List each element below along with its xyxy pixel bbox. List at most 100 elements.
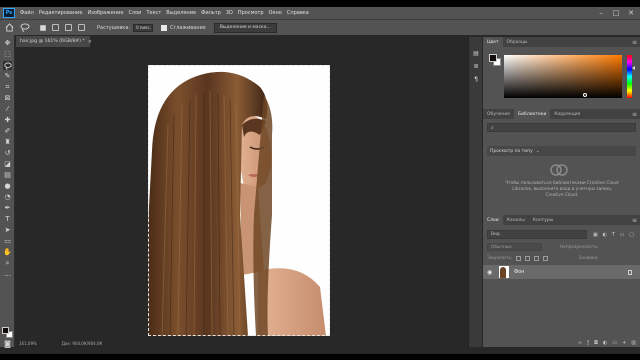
menu-type[interactable]: Текст — [146, 10, 161, 16]
tab-libraries[interactable]: Библиотеки — [514, 109, 551, 119]
antialias-checkbox[interactable] — [161, 24, 168, 31]
panel-foreground-swatch[interactable] — [489, 54, 497, 62]
filter-pixel-icon[interactable]: ▣ — [593, 232, 598, 238]
filter-type-icon[interactable]: T — [612, 232, 615, 238]
menu-layers[interactable]: Слои — [128, 10, 141, 16]
library-view-by-type[interactable]: Просмотр по типу ⌄ — [487, 146, 636, 156]
dodge-tool-icon[interactable]: ◔ — [3, 193, 12, 202]
lasso-tool-preset-icon[interactable] — [20, 23, 30, 33]
tools-panel: ✥ ⬚ ✎ ⌗ ⊠ ⁄ ✚ ✐ ♜ ↺ ◪ ▤ ● ◔ ✒ T ➤ ▭ ✋ ⌕ … — [0, 35, 15, 349]
layer-filter-select[interactable]: Вид — [487, 230, 587, 239]
tab-swatches[interactable]: Образцы — [503, 37, 532, 47]
filter-smart-object-icon[interactable]: ▢ — [629, 232, 634, 238]
filter-adjustment-icon[interactable]: ◐ — [603, 232, 607, 238]
lock-all-icon[interactable] — [543, 255, 549, 261]
lock-icon[interactable] — [628, 269, 632, 275]
move-tool-icon[interactable]: ✥ — [3, 39, 12, 48]
menu-help[interactable]: Справка — [287, 10, 309, 16]
crop-tool-icon[interactable]: ⌗ — [3, 83, 12, 92]
menu-filter[interactable]: Фильтр — [201, 10, 221, 16]
layers-bottom-bar: ∞ ƒ ◘ ◐ ▭ + ▥ — [483, 339, 640, 347]
tab-learn[interactable]: Обучение — [483, 109, 514, 119]
canvas-area[interactable] — [16, 47, 468, 340]
document-size: Док: 904,0К/904,0К — [61, 341, 103, 346]
menu-edit[interactable]: Редактирование — [39, 10, 83, 16]
menu-file[interactable]: Файл — [20, 10, 34, 16]
lasso-tool-icon[interactable] — [3, 61, 12, 70]
foreground-color-swatch[interactable] — [2, 327, 9, 334]
hand-tool-icon[interactable]: ✋ — [3, 248, 12, 257]
lock-pixels-icon[interactable] — [525, 255, 531, 261]
eraser-icon[interactable]: ◪ — [3, 160, 12, 169]
intersect-selection-icon[interactable] — [78, 24, 85, 31]
zoom-tool-icon[interactable]: ⌕ — [3, 259, 12, 268]
history-panel-icon[interactable]: ▤ — [472, 49, 480, 57]
menu-3d[interactable]: 3D — [226, 10, 233, 16]
menu-select[interactable]: Выделение — [166, 10, 196, 16]
properties-panel-icon[interactable]: ≣ — [472, 62, 480, 70]
close-window-button[interactable]: ✕ — [624, 7, 638, 19]
adjustment-layer-icon[interactable]: ◐ — [603, 340, 607, 346]
subtract-from-selection-icon[interactable] — [65, 24, 72, 31]
rectangle-tool-icon[interactable]: ▭ — [3, 237, 12, 246]
blur-tool-icon[interactable]: ● — [3, 182, 12, 191]
history-brush-icon[interactable]: ↺ — [3, 149, 12, 158]
menu-view[interactable]: Просмотр — [238, 10, 264, 16]
paragraph-panel-icon[interactable]: ¶ — [472, 75, 480, 83]
library-search-input[interactable]: ⌕ — [487, 123, 636, 132]
color-picker-cursor[interactable] — [583, 93, 587, 97]
eye-icon[interactable]: ◉ — [487, 269, 495, 276]
quick-mask-icon[interactable]: ◙ — [3, 340, 12, 349]
document-image[interactable] — [148, 65, 330, 336]
zoom-level[interactable]: 161,09% — [19, 341, 37, 346]
add-mask-icon[interactable]: ◘ — [594, 340, 598, 346]
hue-slider[interactable] — [627, 55, 632, 98]
new-layer-icon[interactable]: + — [622, 340, 626, 346]
new-group-icon[interactable]: ▭ — [612, 340, 617, 346]
more-tools-icon[interactable]: … — [3, 270, 12, 279]
library-panel-menu-icon[interactable]: ≡ — [632, 109, 637, 119]
lock-transparent-icon[interactable] — [516, 255, 522, 261]
feather-input[interactable]: 0 пикс. — [133, 23, 154, 32]
hue-slider-handle[interactable] — [632, 66, 635, 70]
minimize-button[interactable]: – — [594, 7, 608, 19]
tab-paths[interactable]: Контуры — [529, 215, 558, 225]
color-picker-field[interactable] — [504, 55, 622, 98]
layers-panel-menu-icon[interactable]: ≡ — [632, 215, 637, 225]
tab-channels[interactable]: Каналы — [503, 215, 529, 225]
type-tool-icon[interactable]: T — [3, 215, 12, 224]
close-document-icon[interactable]: × — [88, 39, 92, 45]
document-tab[interactable]: hair.jpg @ 161% (RGB/8#) * × — [16, 36, 92, 47]
clone-stamp-icon[interactable]: ♜ — [3, 138, 12, 147]
pen-tool-icon[interactable]: ✒ — [3, 204, 12, 213]
select-and-mask-button[interactable]: Выделение и маска... — [213, 22, 277, 33]
path-selection-icon[interactable]: ➤ — [3, 226, 12, 235]
lock-position-icon[interactable] — [534, 255, 540, 261]
tab-adjustments[interactable]: Коррекция — [550, 109, 584, 119]
filter-shape-icon[interactable]: ▭ — [620, 232, 625, 238]
layer-style-icon[interactable]: ƒ — [587, 340, 589, 346]
brush-tool-icon[interactable]: ✐ — [3, 127, 12, 136]
link-layers-icon[interactable]: ∞ — [578, 340, 582, 346]
tab-layers[interactable]: Слои — [483, 215, 503, 225]
tab-color[interactable]: Цвет — [483, 37, 503, 47]
feather-label: Растушевка: — [97, 24, 131, 31]
home-icon[interactable] — [4, 23, 14, 33]
rectangular-marquee-icon[interactable]: ⬚ — [3, 50, 12, 59]
eyedropper-icon[interactable]: ⁄ — [3, 105, 12, 114]
trash-icon[interactable]: ▥ — [631, 340, 636, 346]
blend-mode-select[interactable]: Обычные — [487, 243, 542, 251]
menu-image[interactable]: Изображение — [87, 10, 123, 16]
new-selection-icon[interactable] — [40, 24, 46, 31]
quick-selection-icon[interactable]: ✎ — [3, 72, 12, 81]
color-panel-menu-icon[interactable]: ≡ — [632, 37, 637, 47]
add-to-selection-icon[interactable] — [52, 24, 59, 31]
fill-label: Заливка: — [578, 255, 599, 261]
spot-healing-icon[interactable]: ✚ — [3, 116, 12, 125]
maximize-button[interactable]: □ — [609, 7, 623, 19]
menu-window[interactable]: Окно — [269, 10, 282, 16]
layer-row-background[interactable]: ◉ Фон — [483, 265, 640, 279]
layer-name[interactable]: Фон — [514, 270, 524, 275]
frame-tool-icon[interactable]: ⊠ — [3, 94, 12, 103]
gradient-tool-icon[interactable]: ▤ — [3, 171, 12, 180]
